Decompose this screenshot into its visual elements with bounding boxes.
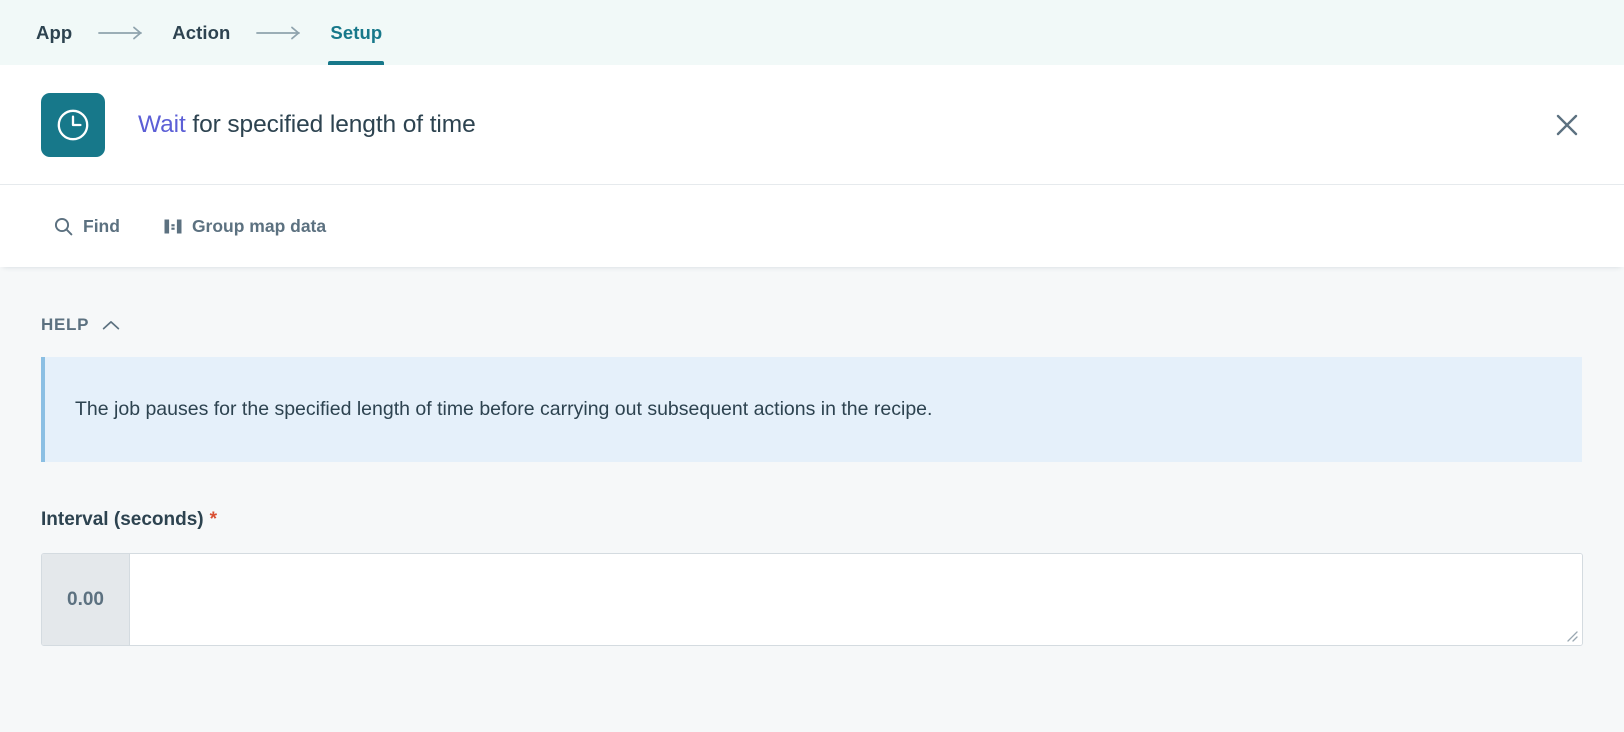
action-title-rest: for specified length of time [185,110,476,138]
arrow-right-icon-1 [74,0,170,65]
help-text: The job pauses for the specified length … [75,397,933,420]
step-app[interactable]: App [34,0,74,65]
step-app-label: App [36,21,73,43]
arrow-right-icon-2 [232,0,328,65]
group-map-data-icon [164,217,182,236]
action-setup-panel: App Action Setup Wait for specified leng… [0,0,1624,732]
required-marker: * [209,509,218,530]
interval-label-text: Interval (seconds) [41,509,204,530]
search-icon [54,217,73,236]
interval-field-label: Interval (seconds) * [41,509,1583,531]
find-button[interactable]: Find [54,216,120,237]
find-label: Find [83,215,120,236]
interval-input[interactable] [130,554,1582,645]
action-app-name: Wait [138,110,186,138]
action-header: Wait for specified length of time [0,65,1624,185]
help-label: HELP [41,315,90,334]
chevron-up-icon [102,320,120,331]
close-icon[interactable] [1544,102,1590,148]
step-setup-label: Setup [330,21,383,43]
step-action-label: Action [172,21,231,43]
step-setup[interactable]: Setup [328,0,385,65]
setup-toolbar: Find Group map data [0,185,1624,267]
group-map-data-label: Group map data [191,215,327,236]
step-action[interactable]: Action [170,0,232,65]
group-map-data-button[interactable]: Group map data [164,216,326,237]
interval-input-row: 0.00 [41,553,1583,646]
setup-body: HELP The job pauses for the specified le… [0,267,1624,732]
action-title: Wait for specified length of time [138,111,476,139]
help-section-toggle[interactable]: HELP [41,315,120,335]
step-breadcrumb: App Action Setup [0,0,1624,65]
help-callout: The job pauses for the specified length … [41,357,1582,462]
interval-input-prefix: 0.00 [42,554,130,645]
clock-icon [41,92,105,157]
